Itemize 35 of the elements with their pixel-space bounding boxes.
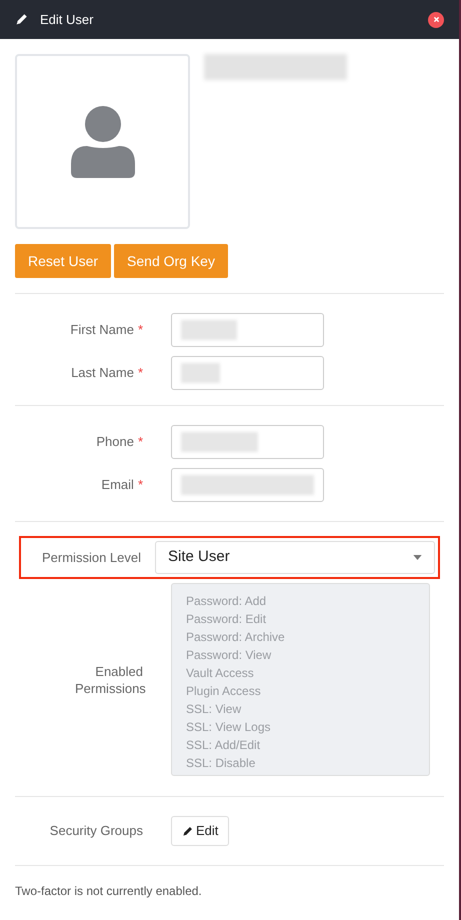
field-label: Security Groups (50, 822, 143, 840)
field-label: Email (101, 476, 134, 494)
input-field[interactable] (171, 468, 324, 502)
select-field[interactable]: Site User (155, 541, 435, 574)
edit-button[interactable]: Edit (171, 816, 230, 846)
caret-icon (413, 555, 422, 560)
close-button[interactable] (428, 12, 444, 28)
permission-item: SSL: View (186, 701, 242, 718)
field-label: Permission Level (41, 548, 141, 567)
window-title: Edit User (40, 10, 94, 29)
permission-item: SSL: Add/Edit (186, 737, 262, 754)
input-field[interactable] (171, 313, 324, 347)
field-label: First Name (70, 321, 134, 339)
field-label: Enabled Permissions (74, 662, 143, 696)
field-label: Phone (96, 433, 134, 451)
two-factor-status: Two-factor is not currently enabled. (15, 883, 203, 900)
required-marker: * (138, 321, 143, 340)
required-marker: * (138, 364, 143, 382)
permission-item: SSL: View Logs (186, 719, 272, 736)
field-label: Last Name (71, 364, 134, 382)
permission-item: Plugin Access (186, 683, 262, 700)
input-field[interactable] (171, 425, 324, 459)
permission-item: Password: View (186, 647, 272, 664)
user-icon (70, 106, 134, 178)
pencil-icon (15, 13, 28, 26)
required-marker: * (138, 433, 143, 452)
permission-item: Password: Add (186, 593, 268, 610)
input-field[interactable] (171, 356, 324, 390)
permission-item: Password: Edit (186, 611, 268, 628)
permission-item: SSL: Disable (186, 755, 256, 772)
required-marker: * (138, 476, 143, 494)
close-icon (432, 16, 440, 23)
permission-item: Vault Access (186, 665, 255, 682)
permission-item: Password: Archive (186, 629, 286, 646)
pencil-icon (182, 826, 193, 836)
